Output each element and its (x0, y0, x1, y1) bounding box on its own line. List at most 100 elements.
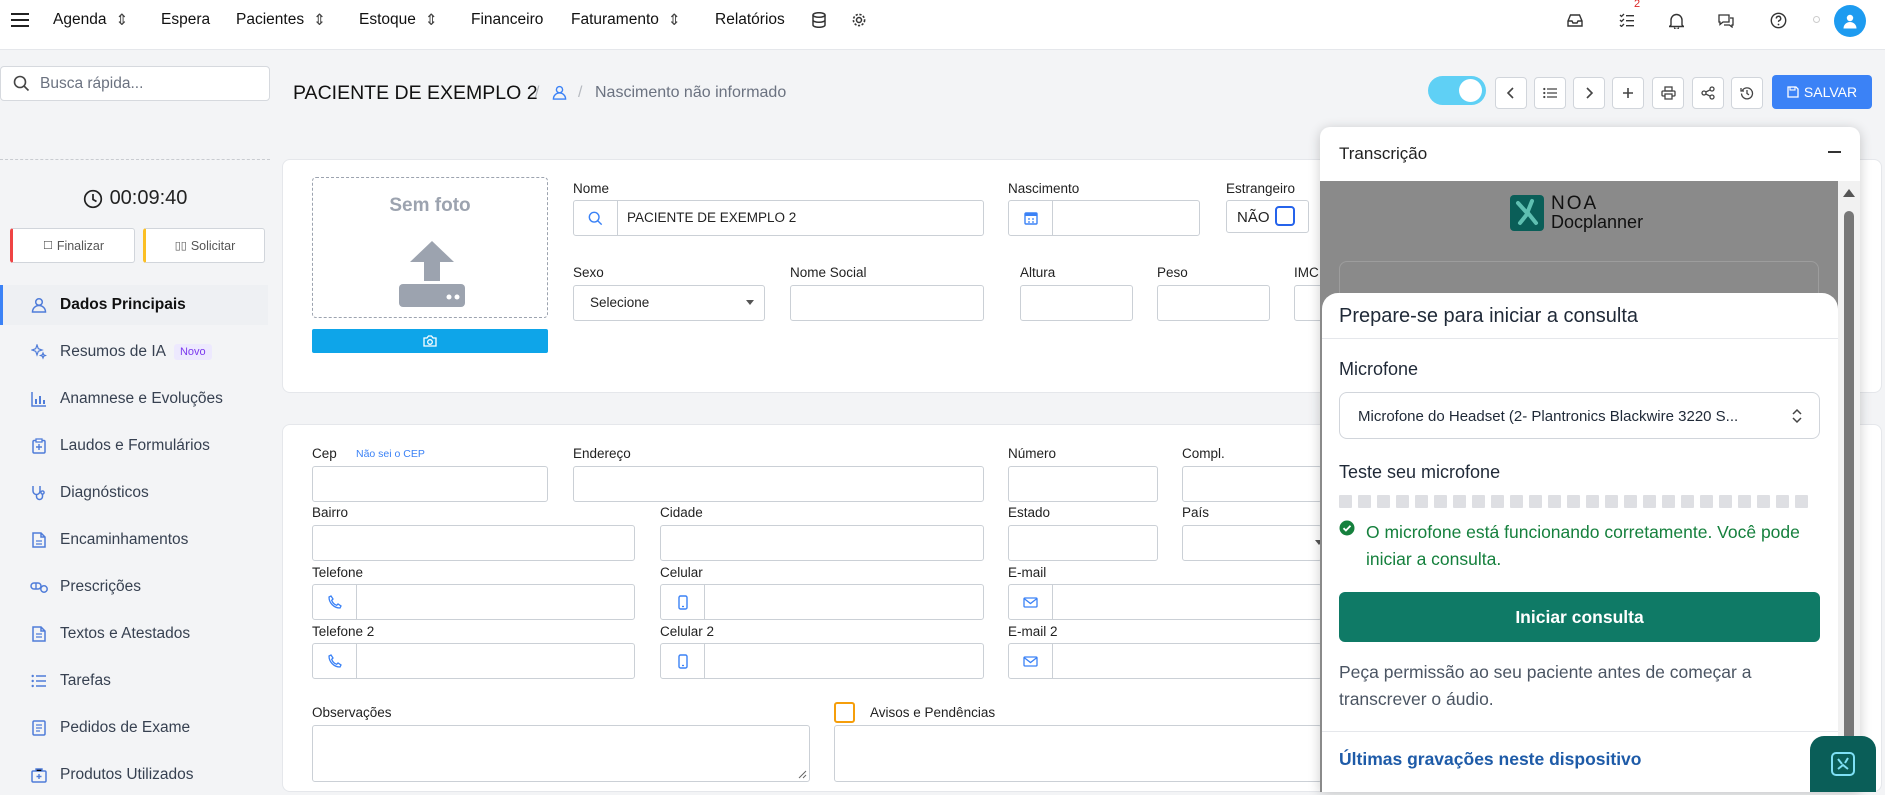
sidebar-item-textos[interactable]: Textos e Atestados (0, 614, 268, 654)
save-button[interactable]: SALVAR (1772, 75, 1872, 109)
estrangeiro-toggle[interactable]: NÃO (1226, 200, 1309, 233)
floating-action-button[interactable] (1810, 736, 1876, 792)
scrollbar-thumb[interactable] (1844, 211, 1854, 741)
square-icon: ☐ (42, 240, 53, 252)
next-button[interactable] (1573, 77, 1605, 109)
nav-pacientes[interactable]: Pacientes ⇕ (236, 10, 326, 30)
numero-field[interactable] (1008, 466, 1158, 502)
finalizar-button[interactable]: ☐ Finalizar (10, 228, 135, 263)
gear-icon[interactable] (848, 9, 870, 31)
nav-agenda[interactable]: Agenda ⇕ (53, 10, 128, 30)
photo-dropzone[interactable]: Sem foto (312, 177, 548, 318)
telefone2-field[interactable] (312, 643, 635, 679)
microphone-select[interactable]: Microfone do Headset (2- Plantronics Bla… (1339, 392, 1820, 439)
transcription-title: Transcrição (1339, 144, 1428, 163)
telefone2-label: Telefone 2 (312, 624, 375, 639)
assistant-icon (1831, 752, 1855, 776)
altura-label: Altura (1020, 265, 1056, 280)
peso-field[interactable] (1157, 285, 1270, 321)
chat-icon[interactable] (1715, 9, 1737, 31)
nav-estoque[interactable]: Estoque ⇕ (359, 10, 438, 30)
database-icon[interactable] (808, 9, 830, 31)
start-consultation-button[interactable]: Iniciar consulta (1339, 592, 1820, 642)
checkbox-icon[interactable] (1275, 206, 1295, 226)
share-button[interactable] (1692, 77, 1724, 109)
previous-button[interactable] (1495, 77, 1527, 109)
sidebar-item-resumos-ia[interactable]: Resumos de IA Novo (0, 332, 268, 372)
modal-title: Prepare-se para iniciar a consulta (1339, 305, 1639, 327)
celular-field[interactable] (660, 584, 984, 620)
timer-value: 00:09:40 (109, 187, 188, 209)
observacoes-textarea[interactable] (312, 725, 810, 782)
toggle-switch[interactable] (1428, 76, 1486, 105)
cep-field[interactable] (312, 466, 548, 502)
session-timer: 00:09:40 (0, 187, 270, 210)
scrollbar[interactable] (1838, 181, 1860, 741)
telefone-field[interactable] (312, 584, 635, 620)
cep-help-link[interactable]: Não sei o CEP (356, 448, 425, 460)
avatar[interactable] (1834, 5, 1866, 37)
nome-social-field[interactable] (790, 285, 984, 321)
pais-label: País (1182, 505, 1210, 520)
sidebar-item-anamnese[interactable]: Anamnese e Evoluções (0, 379, 268, 419)
cep-label: Cep (312, 446, 337, 461)
nascimento-label: Nascimento (1008, 181, 1080, 196)
sidebar-item-pedidos-exame[interactable]: Pedidos de Exame (0, 708, 268, 748)
brand-line2: Docplanner (1551, 212, 1644, 232)
avisos-textarea[interactable] (834, 725, 1322, 782)
minimize-icon[interactable] (1828, 151, 1841, 153)
calendar-icon (1009, 201, 1053, 235)
pais-select[interactable] (1182, 525, 1323, 561)
compl-label: Compl. (1182, 446, 1225, 461)
email-label: E-mail (1008, 565, 1047, 580)
sidebar-item-produtos[interactable]: Produtos Utilizados (0, 755, 268, 795)
email2-field[interactable] (1008, 643, 1322, 679)
celular2-field[interactable] (660, 643, 984, 679)
mic-level-segment (1377, 495, 1390, 508)
microphone-value: Microfone do Headset (2- Plantronics Bla… (1358, 408, 1739, 425)
cidade-field[interactable] (660, 525, 984, 561)
email-field[interactable] (1008, 584, 1322, 620)
mic-level-segment (1700, 495, 1713, 508)
history-button[interactable] (1731, 77, 1763, 109)
sidebar-item-encaminhamentos[interactable]: Encaminhamentos (0, 520, 268, 560)
sidebar-item-laudos[interactable]: Laudos e Formulários (0, 426, 268, 466)
endereco-field[interactable] (573, 466, 984, 502)
solicitar-button[interactable]: ▯▯ Solicitar (143, 228, 265, 263)
tasks-icon[interactable] (1616, 9, 1638, 31)
celular-label: Celular (660, 565, 703, 580)
scroll-up-icon[interactable] (1843, 189, 1855, 197)
list-view-button[interactable] (1534, 77, 1566, 109)
nav-espera[interactable]: Espera (161, 10, 210, 30)
nav-relatorios[interactable]: Relatórios (715, 10, 785, 30)
estado-field[interactable] (1008, 525, 1158, 561)
recent-recordings-link[interactable]: Últimas gravações neste dispositivo (1339, 749, 1641, 770)
check-circle-icon (1339, 520, 1355, 536)
sort-chevron-icon: ⇕ (667, 11, 681, 29)
add-button[interactable] (1612, 77, 1644, 109)
nome-field[interactable]: PACIENTE DE EXEMPLO 2 (573, 200, 984, 236)
compl-field[interactable] (1182, 466, 1322, 502)
quick-search-input[interactable]: Busca rápida... (0, 66, 270, 101)
stethoscope-icon (30, 484, 48, 502)
print-button[interactable] (1652, 77, 1684, 109)
sidebar-item-diagnosticos[interactable]: Diagnósticos (0, 473, 268, 513)
sidebar-item-prescricoes[interactable]: Prescrições (0, 567, 268, 607)
nav-faturamento[interactable]: Faturamento ⇕ (571, 10, 681, 30)
upload-photo-button[interactable] (312, 329, 548, 353)
hamburger-menu-icon[interactable] (11, 11, 31, 29)
nascimento-field[interactable] (1008, 200, 1200, 236)
top-navbar: Agenda ⇕ Espera Pacientes ⇕ Estoque ⇕ Finan… (0, 0, 1885, 50)
altura-field[interactable] (1020, 285, 1133, 321)
sidebar-item-dados-principais[interactable]: Dados Principais (0, 285, 268, 325)
nav-financeiro[interactable]: Financeiro (471, 10, 543, 30)
inbox-icon[interactable] (1564, 9, 1586, 31)
sidebar-item-tarefas[interactable]: Tarefas (0, 661, 268, 701)
sexo-value: Selecione (590, 295, 650, 310)
prepare-consultation-modal: Prepare-se para iniciar a consulta Micro… (1322, 293, 1838, 792)
bairro-field[interactable] (312, 525, 635, 561)
help-icon[interactable] (1767, 9, 1789, 31)
sexo-select[interactable]: Selecione (573, 285, 765, 321)
bell-icon[interactable] (1665, 9, 1687, 31)
avisos-checkbox[interactable] (834, 702, 855, 723)
